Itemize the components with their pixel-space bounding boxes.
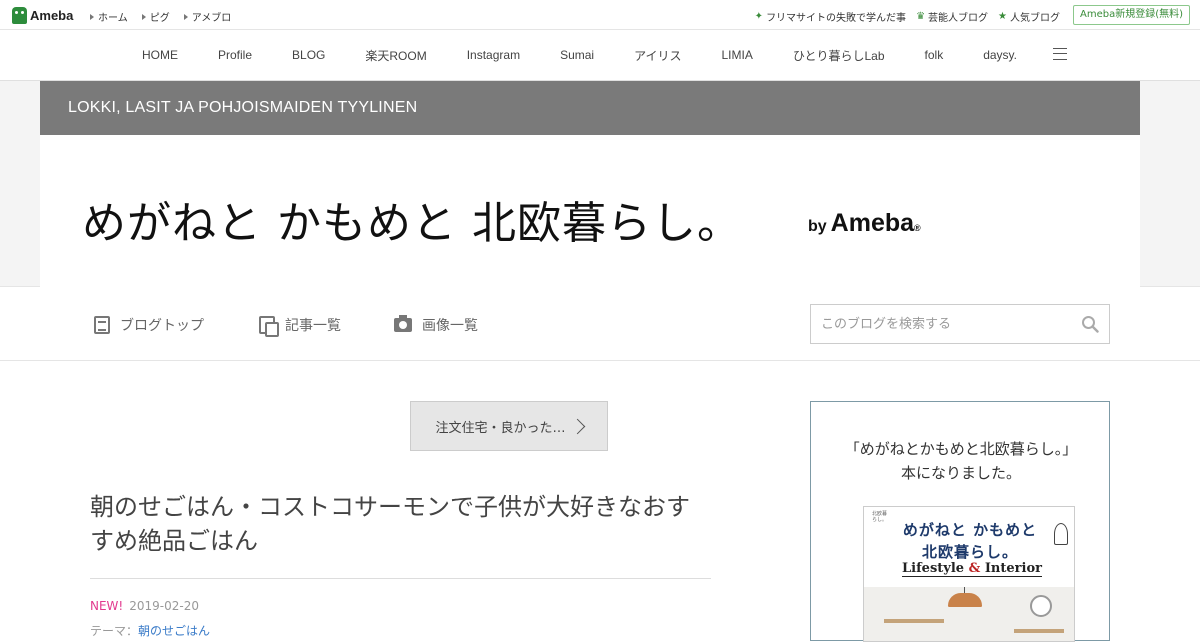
nav-item-profile[interactable]: Profile [198, 48, 272, 62]
top-link-popular-blog[interactable]: ★ 人気ブログ [998, 9, 1060, 24]
image-list-link[interactable]: 画像一覧 [394, 315, 478, 335]
blog-top-label: ブログトップ [120, 318, 204, 334]
by-ameba-logo: by Ameba® [808, 209, 921, 238]
header-band: LOKKI, LASIT JA POHJOISMAIDEN TYYLINEN [40, 81, 1140, 135]
top-link-pigg[interactable]: ピグ [141, 9, 170, 24]
theme-link[interactable]: 朝のせごはん [138, 624, 210, 638]
book-cover-subtitle: Lifestyle & Interior [902, 561, 1042, 577]
nav-item-iris[interactable]: アイリス [614, 47, 701, 64]
article-list-link[interactable]: 記事一覧 [259, 315, 341, 337]
nav-item-rakuten-room[interactable]: 楽天ROOM [345, 47, 446, 64]
ameba-brand: Ameba [830, 209, 915, 237]
blog-title[interactable]: めがねと かもめと 北欧暮らし。 [82, 187, 742, 251]
main-nav: HOME Profile BLOG 楽天ROOM Instagram Sumai… [0, 30, 1200, 81]
previous-article-button[interactable]: 注文住宅・良かった… [410, 401, 608, 451]
book-subtitle-lifestyle: Lifestyle [902, 561, 965, 576]
article-list-label: 記事一覧 [285, 318, 341, 334]
nav-item-sumai[interactable]: Sumai [540, 48, 614, 62]
book-promo-box: 「めがねとかもめと北欧暮らし。」 本になりました。 北欧暮 らし。 めがねと か… [810, 401, 1110, 642]
article-title[interactable]: 朝のせごはん・コストコサーモンで子供が大好きなおすすめ絶品ごはん [90, 490, 710, 558]
article-date: 2019-02-20 [129, 599, 199, 613]
triangle-right-icon [90, 13, 94, 20]
main-nav-items: HOME Profile BLOG 楽天ROOM Instagram Sumai… [122, 30, 1037, 80]
article-meta: NEW! 2019-02-20 [90, 599, 199, 613]
book-subtitle-interior: Interior [984, 561, 1042, 576]
theme-prefix: テーマ： [90, 624, 139, 638]
star-icon: ★ [998, 11, 1007, 22]
previous-article-label: 注文住宅・良かった… [435, 420, 566, 436]
sparkle-icon: ✦ [754, 11, 764, 22]
blog-header: LOKKI, LASIT JA POHJOISMAIDEN TYYLINEN め… [40, 81, 1140, 287]
wall-clock [1030, 595, 1052, 617]
top-link-celebrity-blog[interactable]: ♛ 芸能人ブログ [916, 9, 988, 24]
book-promo-caption-2: 本になりました。 [900, 464, 1021, 482]
hamburger-menu-icon[interactable] [1053, 48, 1067, 60]
ameba-logo[interactable]: Ameba [12, 6, 73, 24]
blog-search-input[interactable] [811, 305, 1061, 343]
by-label: by [808, 218, 827, 235]
crown-icon: ♛ [916, 11, 926, 22]
top-link-ameblo[interactable]: アメブロ [183, 9, 231, 24]
ameba-top-bar: Ameba ホーム ピグ アメブロ ✦ フリマサイトの失敗で学んだ事 ♛ 芸能人ブロ… [0, 0, 1200, 30]
new-badge: NEW! [90, 599, 124, 613]
blog-search-box [810, 304, 1110, 344]
article-theme: テーマ：朝のせごはん [90, 622, 210, 639]
pendant-lamp [948, 593, 982, 607]
header-subtitle: LOKKI, LASIT JA POHJOISMAIDEN TYYLINEN [68, 99, 418, 116]
ameba-logo-text: Ameba [30, 7, 74, 23]
nav-item-blog[interactable]: BLOG [272, 48, 345, 62]
chevron-right-icon [569, 418, 585, 434]
search-icon[interactable] [1081, 315, 1099, 333]
nav-item-folk[interactable]: folk [905, 48, 964, 62]
top-link-home[interactable]: ホーム [90, 9, 128, 24]
book-cover-title-2: 北欧暮らし。 [921, 543, 1018, 561]
book-promo-caption: 「めがねとかもめと北欧暮らし。」 [844, 440, 1078, 458]
ameba-top-links: ホーム ピグ アメブロ [90, 9, 245, 24]
register-button[interactable]: Ameba新規登録(無料) [1072, 5, 1190, 25]
image-list-label: 画像一覧 [422, 318, 478, 334]
nav-item-home[interactable]: HOME [122, 48, 198, 62]
camera-icon [394, 315, 412, 332]
blog-top-link[interactable]: ブログトップ [94, 315, 204, 335]
book-cover-title-1: めがねと かもめと [902, 521, 1038, 539]
nav-item-limia[interactable]: LIMIA [702, 48, 773, 62]
triangle-right-icon [183, 13, 188, 20]
ameba-right-links: ✦ フリマサイトの失敗で学んだ事 ♛ 芸能人ブログ ★ 人気ブログ [745, 9, 1060, 24]
book-subtitle-amp: & [968, 561, 981, 576]
ameba-logo-icon [12, 6, 27, 24]
nav-item-instagram[interactable]: Instagram [447, 48, 540, 62]
pages-icon [259, 316, 279, 337]
nav-item-daysy[interactable]: daysy. [963, 48, 1037, 62]
divider [90, 578, 711, 579]
nav-item-hitorigurashi-lab[interactable]: ひとり暮らしLab [773, 47, 905, 64]
triangle-right-icon [141, 13, 146, 20]
top-link-flea-market[interactable]: ✦ フリマサイトの失敗で学んだ事 [755, 9, 906, 24]
ameba-brand-mark: ® [914, 223, 921, 233]
wall-shelf [884, 619, 944, 623]
plant-illustration [1054, 523, 1068, 545]
blog-nav: ブログトップ 記事一覧 画像一覧 [0, 287, 1200, 361]
document-icon [94, 316, 110, 334]
book-cover-image[interactable]: 北欧暮 らし。 めがねと かもめと 北欧暮らし。 Lifestyle & Int… [863, 506, 1075, 642]
